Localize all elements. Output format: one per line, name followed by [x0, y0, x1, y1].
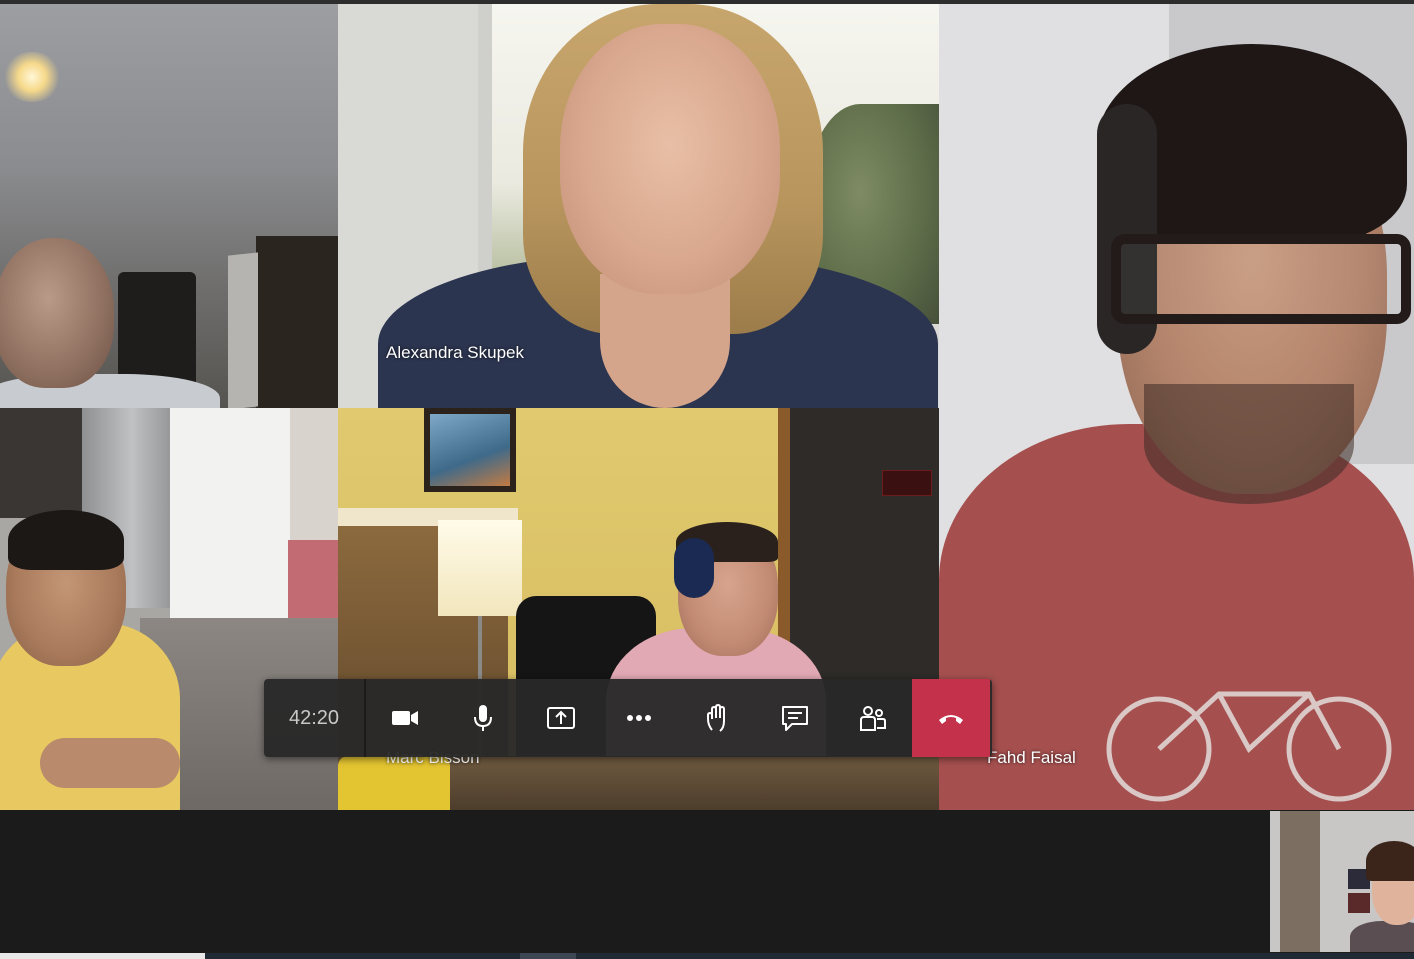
- neck: [600, 274, 730, 408]
- glasses: [1111, 234, 1411, 324]
- participants-icon: [860, 706, 886, 731]
- call-control-bar: 42:20: [264, 679, 992, 757]
- participant-name-alexandra: Alexandra Skupek: [386, 343, 524, 362]
- participant-head: [0, 238, 114, 388]
- share-screen-icon: [547, 707, 575, 729]
- taskbar-app-item[interactable]: [520, 953, 576, 959]
- door: [228, 252, 258, 408]
- headset: [674, 538, 714, 598]
- share-screen-button[interactable]: [522, 679, 600, 757]
- shirt: [1350, 921, 1414, 952]
- bicycle-print: [1106, 691, 1392, 802]
- painting: [424, 408, 516, 492]
- self-video-preview[interactable]: [1270, 811, 1414, 952]
- camera-button[interactable]: [366, 679, 444, 757]
- hang-up-button[interactable]: [912, 679, 990, 757]
- hair: [1366, 841, 1414, 881]
- microphone-button[interactable]: [444, 679, 522, 757]
- lampshade: [438, 520, 522, 616]
- more-options-icon: [627, 715, 651, 721]
- beard: [1144, 384, 1354, 504]
- sofa: [288, 540, 338, 620]
- sign: [882, 470, 932, 496]
- taskbar-strip: [0, 953, 1414, 959]
- video-tile-fahd[interactable]: [939, 4, 1414, 810]
- camera-icon: [392, 711, 418, 725]
- participant-face: [560, 24, 780, 294]
- shelf: [1280, 811, 1320, 952]
- call-timer: 42:20: [264, 679, 366, 757]
- hang-up-icon: [939, 715, 963, 724]
- microphone-icon: [474, 705, 492, 731]
- taskbar-search-area[interactable]: [0, 953, 205, 959]
- hair: [8, 510, 124, 570]
- participant-name-fahd: Fahd Faisal: [987, 748, 1076, 767]
- video-tile-participant-1[interactable]: [0, 4, 338, 408]
- more-options-button[interactable]: [600, 679, 678, 757]
- participants-button[interactable]: [834, 679, 912, 757]
- cabinet: [0, 408, 82, 518]
- chat-button[interactable]: [756, 679, 834, 757]
- doorway: [256, 236, 338, 408]
- raise-hand-button[interactable]: [678, 679, 756, 757]
- chat-icon: [782, 706, 808, 731]
- ceiling-light: [2, 52, 62, 102]
- window-frame: [478, 4, 492, 304]
- arms: [40, 738, 180, 788]
- raise-hand-icon: [707, 704, 725, 732]
